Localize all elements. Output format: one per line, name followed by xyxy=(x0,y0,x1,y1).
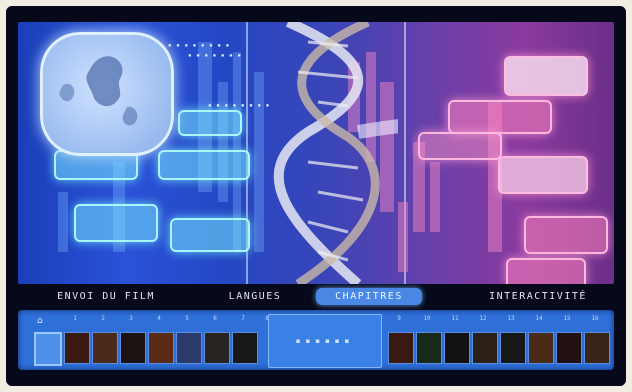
menu-item-interactivite[interactable]: INTERACTIVITÉ xyxy=(470,288,606,305)
glow-box xyxy=(524,216,608,254)
chapter-number: 16 xyxy=(591,315,599,322)
chapter-number: 2 xyxy=(101,315,105,322)
globe-map-icon xyxy=(59,56,138,126)
glow-box xyxy=(170,218,250,252)
glow-box xyxy=(178,110,242,136)
chapter-number: 5 xyxy=(185,315,189,322)
menu-item-langues[interactable]: LANGUES xyxy=(214,288,296,305)
dna-helix-graphic xyxy=(273,22,398,284)
chapter-number: 10 xyxy=(423,315,431,322)
chapter-thumb[interactable] xyxy=(204,332,230,364)
page-frame: ▪ ▪ ▪ ▪ ▪ ▪ ▪ ▪ ▪ ▪ ▪ ▪ ▪ ▪ ▪ ▪ ▪ ▪ ▪ ▪ … xyxy=(0,0,632,392)
chapter-number: 14 xyxy=(535,315,543,322)
glow-box xyxy=(498,156,588,194)
data-bar xyxy=(430,162,440,232)
chapter-thumb[interactable] xyxy=(388,332,414,364)
chapter-number: 1 xyxy=(73,315,77,322)
chapter-number: 4 xyxy=(157,315,161,322)
glow-box xyxy=(418,132,502,160)
chapter-thumb-selected[interactable] xyxy=(34,332,62,366)
chapter-number: 12 xyxy=(479,315,487,322)
chapter-number: 13 xyxy=(507,315,515,322)
chapter-number: 9 xyxy=(397,315,401,322)
chapter-thumb[interactable] xyxy=(472,332,498,364)
home-icon[interactable]: ⌂ xyxy=(37,316,43,326)
decorative-text: ▪ ▪ ▪ ▪ ▪ ▪ ▪ ▪ xyxy=(168,42,230,49)
chapter-number: 15 xyxy=(563,315,571,322)
chapter-thumb[interactable] xyxy=(232,332,258,364)
chapter-number: 11 xyxy=(451,315,459,322)
glow-box xyxy=(504,56,588,96)
main-menu: ENVOI DU FILM LANGUES CHAPITRES INTERACT… xyxy=(18,288,614,306)
data-bar xyxy=(218,82,228,202)
glow-box xyxy=(506,258,586,284)
chapter-thumb[interactable] xyxy=(444,332,470,364)
globe-graphic xyxy=(40,32,174,156)
decorative-text: ▪ ▪ ▪ ▪ ▪ ▪ ▪ xyxy=(188,52,242,59)
glow-box xyxy=(158,150,250,180)
chapter-thumb[interactable] xyxy=(528,332,554,364)
data-bar xyxy=(398,202,408,272)
data-bar xyxy=(58,192,68,252)
chapter-preview-panel: ▪▪▪▪▪▪ xyxy=(268,314,382,368)
chapter-thumb[interactable] xyxy=(500,332,526,364)
chapter-thumb[interactable] xyxy=(584,332,610,364)
chapter-thumb[interactable] xyxy=(148,332,174,364)
preview-dots: ▪▪▪▪▪▪ xyxy=(295,337,355,345)
chapter-number: 6 xyxy=(213,315,217,322)
dvd-menu-screen: ▪ ▪ ▪ ▪ ▪ ▪ ▪ ▪ ▪ ▪ ▪ ▪ ▪ ▪ ▪ ▪ ▪ ▪ ▪ ▪ … xyxy=(6,6,626,386)
glow-box xyxy=(448,100,552,134)
chapter-thumb[interactable] xyxy=(556,332,582,364)
glow-box xyxy=(74,204,158,242)
menu-item-envoi-du-film[interactable]: ENVOI DU FILM xyxy=(50,288,162,305)
chapter-thumb[interactable] xyxy=(120,332,146,364)
chapter-number: 7 xyxy=(241,315,245,322)
decorative-text: ▪ ▪ ▪ ▪ ▪ ▪ ▪ ▪ xyxy=(208,102,270,109)
chapter-thumb[interactable] xyxy=(176,332,202,364)
menu-item-chapitres[interactable]: CHAPITRES xyxy=(316,288,422,305)
chapter-thumb[interactable] xyxy=(416,332,442,364)
chapter-strip: ⌂ 1 2 3 4 5 6 7 8 ▪▪▪▪▪▪ 9 10 11 12 13 1… xyxy=(18,310,614,370)
data-bar xyxy=(254,72,264,252)
background-artwork: ▪ ▪ ▪ ▪ ▪ ▪ ▪ ▪ ▪ ▪ ▪ ▪ ▪ ▪ ▪ ▪ ▪ ▪ ▪ ▪ … xyxy=(18,22,614,284)
chapter-thumb[interactable] xyxy=(92,332,118,364)
chapter-thumb[interactable] xyxy=(64,332,90,364)
chapter-number: 3 xyxy=(129,315,133,322)
